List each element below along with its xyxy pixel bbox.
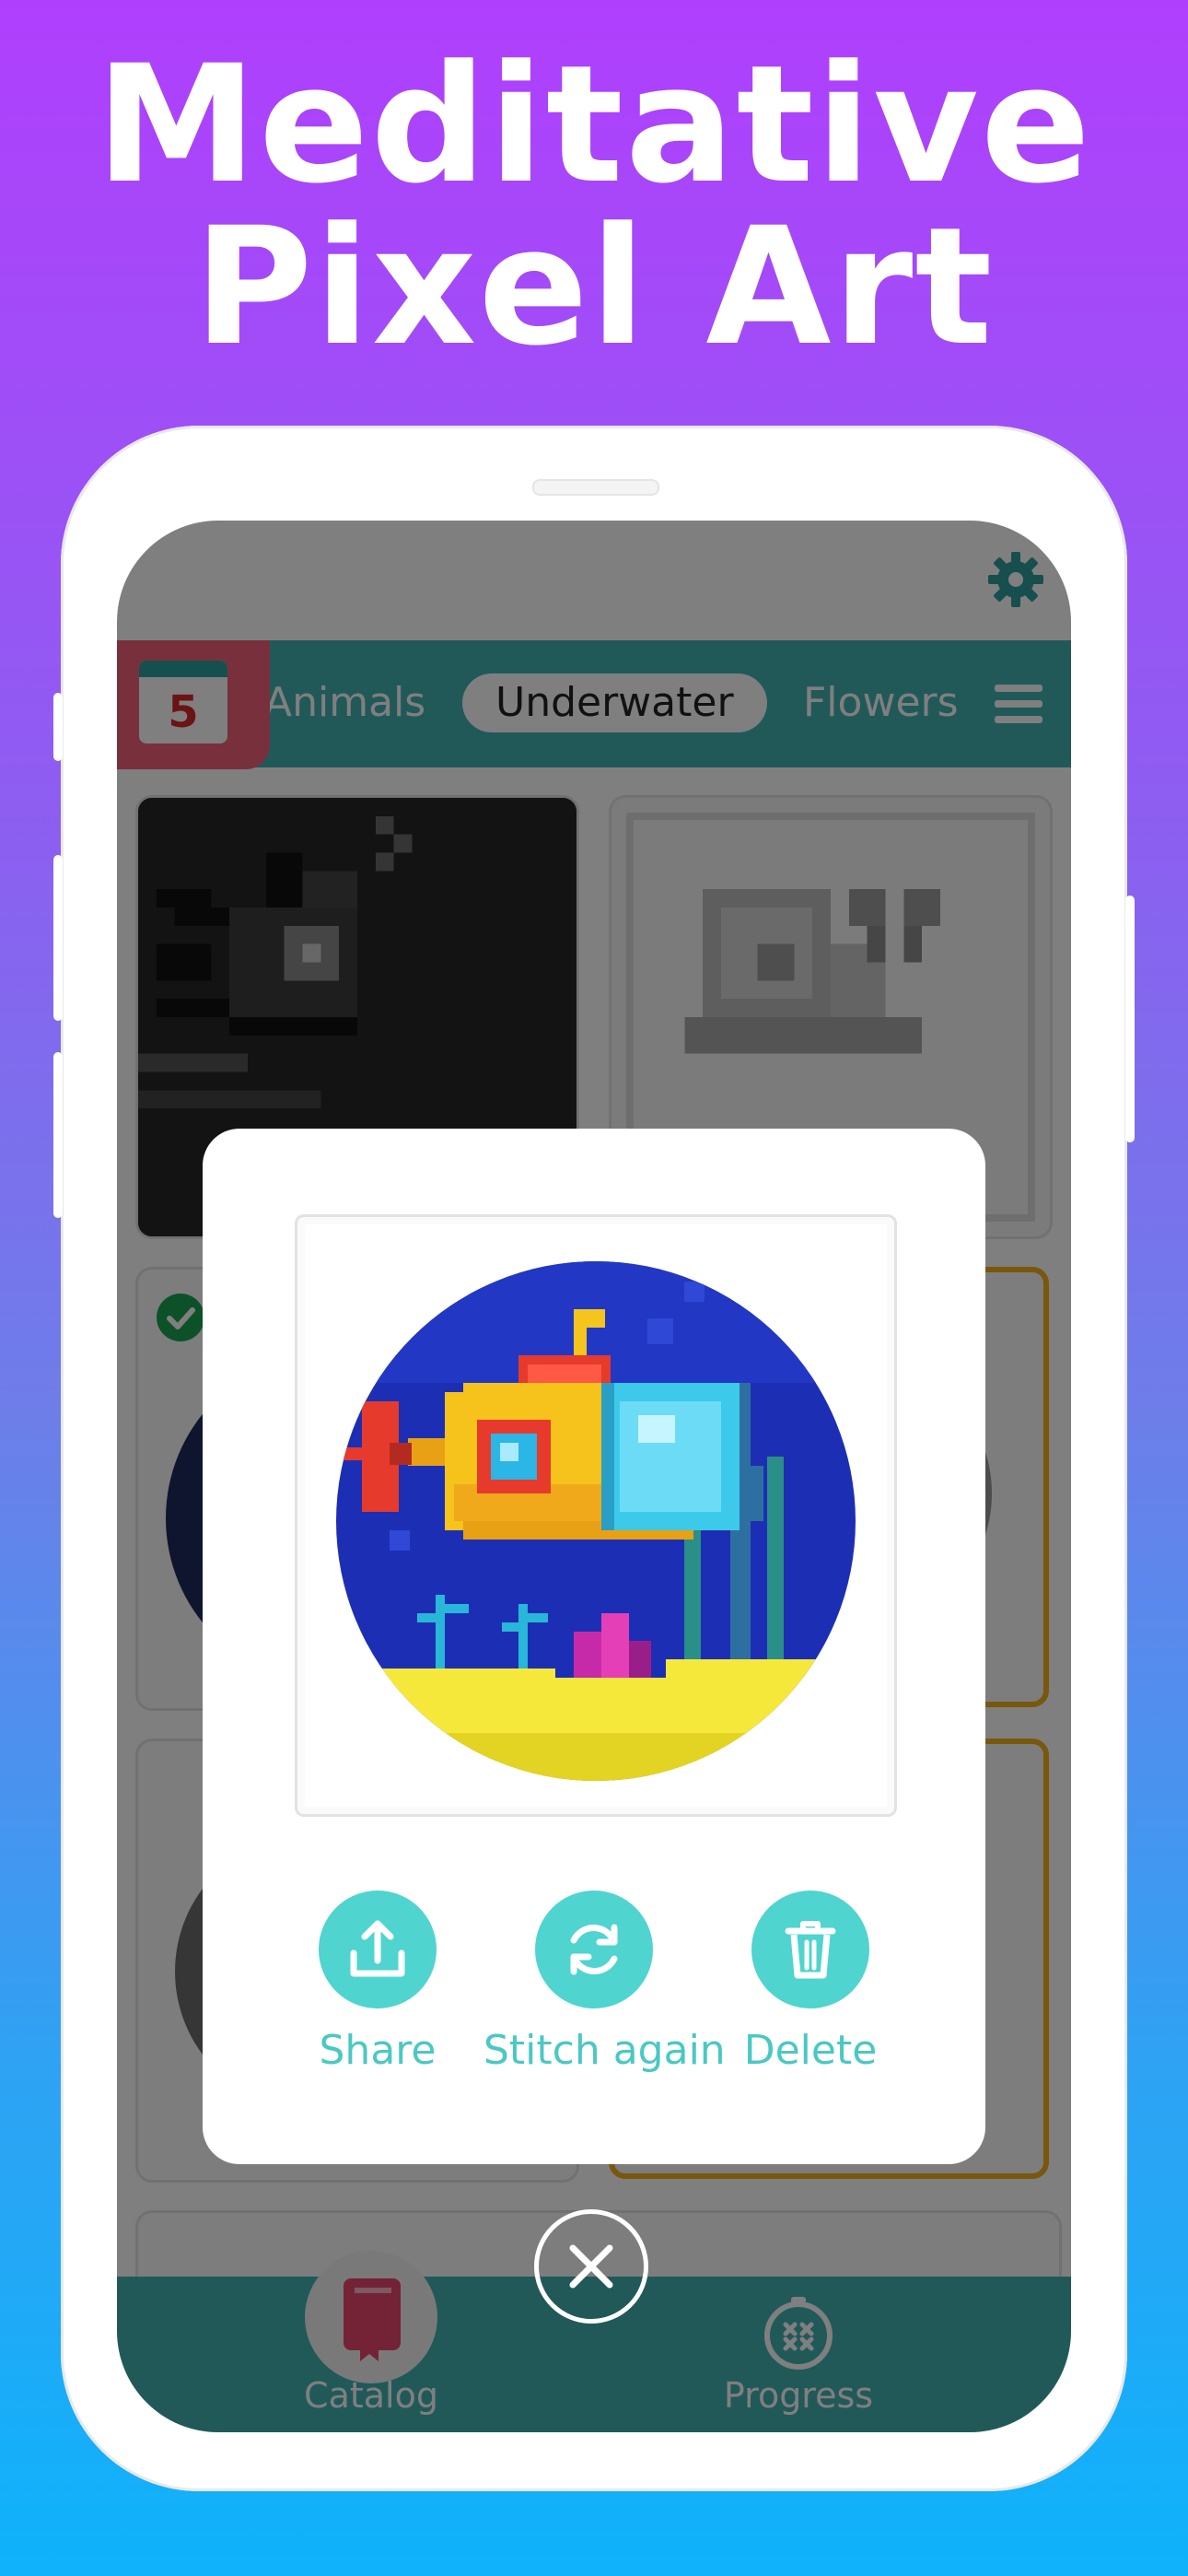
close-dialog-button[interactable] bbox=[534, 2209, 648, 2324]
headline-line-2: Pixel Art bbox=[193, 193, 995, 381]
promo-headline: Meditative Pixel Art bbox=[0, 44, 1188, 369]
artwork-frame bbox=[295, 1214, 897, 1817]
share-icon bbox=[350, 1920, 405, 1977]
refresh-icon bbox=[570, 1924, 618, 1975]
phone-side-button bbox=[1125, 896, 1135, 1142]
share-label: Share bbox=[319, 2027, 437, 2074]
delete-button[interactable]: Delete bbox=[700, 1891, 921, 2075]
phone-side-button bbox=[53, 693, 63, 761]
trash-icon bbox=[785, 1921, 836, 1979]
delete-label: Delete bbox=[743, 2027, 878, 2074]
close-icon bbox=[569, 2244, 613, 2289]
phone-side-button bbox=[53, 1052, 63, 1218]
stitch-again-label: Stitch again bbox=[483, 2027, 726, 2074]
submarine-pixel-art bbox=[336, 1261, 856, 1781]
share-button[interactable]: Share bbox=[267, 1891, 488, 2075]
phone-speaker bbox=[532, 479, 659, 496]
stitch-again-button[interactable]: Stitch again bbox=[483, 1891, 726, 2075]
phone-side-button bbox=[53, 855, 63, 1021]
headline-line-1: Meditative bbox=[95, 30, 1093, 219]
